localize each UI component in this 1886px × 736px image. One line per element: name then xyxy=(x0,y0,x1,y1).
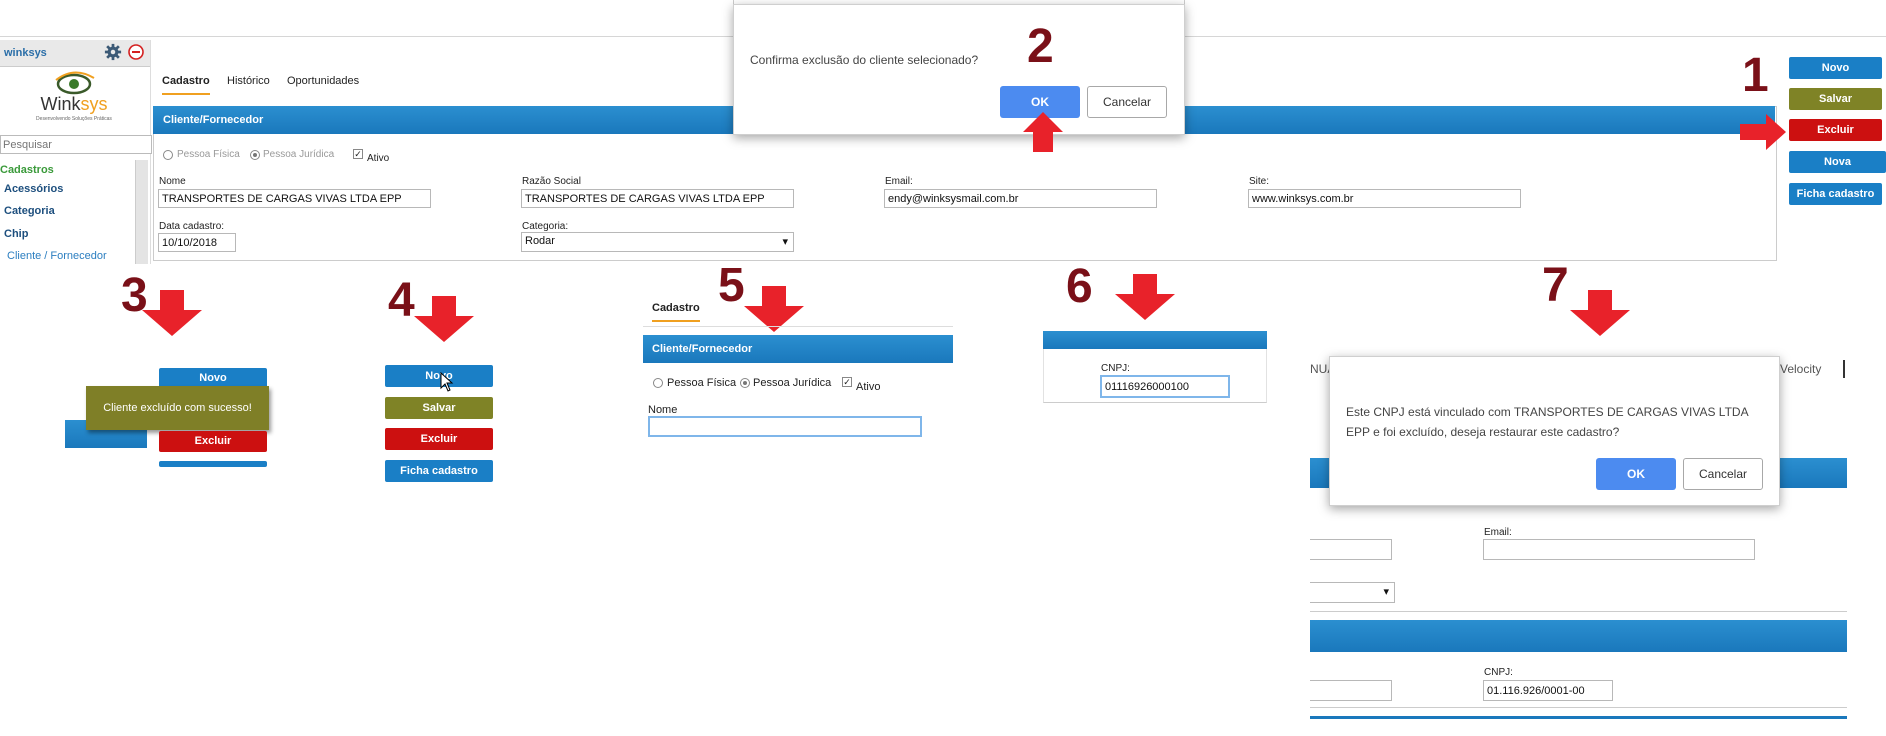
step3-partial-button[interactable] xyxy=(159,461,267,467)
radio-pessoa-fisica[interactable] xyxy=(163,150,173,160)
razao-social-input[interactable] xyxy=(521,189,794,208)
step6-section-bar xyxy=(1043,331,1267,349)
step4-excluir-button[interactable]: Excluir xyxy=(385,428,493,450)
step4-novo-button[interactable]: Novo xyxy=(385,365,493,387)
site-input[interactable] xyxy=(1248,189,1521,208)
step7-email-input[interactable] xyxy=(1483,539,1755,560)
arrow-down-icon xyxy=(1115,274,1175,320)
step7-bottom-bar xyxy=(1310,716,1847,719)
step-number-5: 5 xyxy=(718,259,745,312)
step7-divider xyxy=(1310,611,1847,612)
sidebar-item-categoria[interactable]: Categoria xyxy=(4,205,55,217)
winksys-logo: Winksys Desenvolvendo Soluções Práticas xyxy=(28,70,120,126)
step6-cnpj-label: CNPJ: xyxy=(1101,363,1130,374)
radio-pessoa-juridica-label: Pessoa Jurídica xyxy=(263,149,335,160)
step-number-2: 2 xyxy=(1027,20,1054,73)
data-cadastro-input[interactable] xyxy=(158,233,236,252)
categoria-value: Rodar xyxy=(525,235,555,247)
ficha-cadastro-button[interactable]: Ficha cadastro xyxy=(1789,183,1882,205)
novo-button[interactable]: Novo xyxy=(1789,57,1882,79)
logo-eye-icon: Winksys Desenvolvendo Soluções Práticas xyxy=(36,71,112,122)
step-number-7: 7 xyxy=(1542,259,1569,312)
tab-cadastro[interactable]: Cadastro xyxy=(162,75,210,95)
step6-cnpj-input[interactable] xyxy=(1100,375,1230,398)
nova-oportunidade-button[interactable]: Nova Oportunidade xyxy=(1789,151,1886,190)
sidebar-search-input[interactable] xyxy=(0,135,152,154)
razao-social-label: Razão Social xyxy=(522,176,581,187)
mouse-cursor-icon xyxy=(440,372,454,392)
nome-input[interactable] xyxy=(158,189,431,208)
data-cadastro-label: Data cadastro: xyxy=(159,221,225,232)
dropdown-arrow-icon: ▾ xyxy=(782,236,788,248)
step7-partial-select[interactable]: ▾ xyxy=(1310,582,1395,603)
email-input[interactable] xyxy=(884,189,1157,208)
step4-ficha-button[interactable]: Ficha cadastro xyxy=(385,460,493,482)
arrow-up-icon xyxy=(1023,112,1063,152)
step7-section-bar-2 xyxy=(1310,620,1847,652)
step7-partial-input-1[interactable] xyxy=(1310,539,1392,560)
step5-section-bar: Cliente/Fornecedor xyxy=(643,335,953,363)
step7-cnpj-input[interactable] xyxy=(1483,680,1613,701)
arrow-down-icon xyxy=(1570,290,1630,336)
step7-partial-input-2[interactable] xyxy=(1310,680,1392,701)
svg-text:Winksys: Winksys xyxy=(41,94,108,114)
radio-pessoa-fisica-label: Pessoa Física xyxy=(177,149,240,160)
step5-checkbox-ativo[interactable]: ✓ xyxy=(842,377,852,387)
step5-radio-pessoa-juridica-label: Pessoa Jurídica xyxy=(753,377,832,389)
arrow-right-icon xyxy=(1740,114,1786,150)
tab-historico[interactable]: Histórico xyxy=(227,75,270,87)
nome-label: Nome xyxy=(159,176,186,187)
logout-icon[interactable] xyxy=(128,44,144,60)
step5-tab-cadastro[interactable]: Cadastro xyxy=(652,302,700,322)
step4-salvar-button[interactable]: Salvar xyxy=(385,397,493,419)
categoria-select[interactable]: Rodar ▾ xyxy=(521,232,794,252)
sidebar-item-acessorios[interactable]: Acessórios xyxy=(4,183,63,195)
categoria-label: Categoria: xyxy=(522,221,569,232)
step5-radio-pessoa-fisica[interactable] xyxy=(653,378,663,388)
email-label: Email: xyxy=(885,176,913,187)
confirm-cancel-button[interactable]: Cancelar xyxy=(1087,86,1167,118)
sidebar-scrollbar[interactable] xyxy=(135,160,148,264)
excluir-button[interactable]: Excluir xyxy=(1789,119,1882,141)
step7-divider-2 xyxy=(1310,707,1847,708)
sidebar-item-chip[interactable]: Chip xyxy=(4,228,28,240)
step7-tab-separator xyxy=(1843,360,1845,378)
step7-email-label: Email: xyxy=(1484,527,1512,538)
restore-dialog-message: Este CNPJ está vinculado com TRANSPORTES… xyxy=(1346,405,1748,439)
confirm-dialog-message: Confirma exclusão do cliente selecionado… xyxy=(750,53,979,67)
salvar-button[interactable]: Salvar xyxy=(1789,88,1882,110)
arrow-down-icon xyxy=(414,296,474,342)
step5-nome-label: Nome xyxy=(648,404,678,416)
step3-excluir-button[interactable]: Excluir xyxy=(159,431,267,452)
step7-tab-velocity[interactable]: Velocity xyxy=(1780,362,1821,376)
gear-icon[interactable] xyxy=(104,43,122,61)
step-number-1: 1 xyxy=(1742,49,1769,102)
step5-nome-input[interactable] xyxy=(648,416,922,437)
step7-cnpj-label: CNPJ: xyxy=(1484,667,1513,678)
success-toast: Cliente excluído com sucesso! xyxy=(86,386,269,430)
arrow-down-icon xyxy=(142,290,202,336)
step5-radio-pessoa-juridica[interactable] xyxy=(740,378,750,388)
step7-dropdown-arrow-icon: ▾ xyxy=(1383,586,1389,598)
step5-radio-pessoa-fisica-label: Pessoa Física xyxy=(667,377,737,389)
restore-ok-button[interactable]: OK xyxy=(1596,458,1676,490)
sidebar-section-cadastros[interactable]: Cadastros xyxy=(0,164,54,176)
radio-pessoa-juridica[interactable] xyxy=(250,150,260,160)
checkbox-ativo[interactable]: ✓ xyxy=(353,149,363,159)
svg-text:Desenvolvendo Soluções Prática: Desenvolvendo Soluções Práticas xyxy=(36,116,112,122)
user-name[interactable]: winksys xyxy=(4,47,47,59)
checkbox-ativo-label: Ativo xyxy=(367,153,390,164)
site-label: Site: xyxy=(1249,176,1270,187)
step5-tab-divider xyxy=(643,326,953,327)
step-number-6: 6 xyxy=(1066,260,1093,313)
step5-checkbox-ativo-label: Ativo xyxy=(856,381,881,393)
tab-oportunidades[interactable]: Oportunidades xyxy=(287,75,359,87)
sidebar-item-cliente-fornecedor[interactable]: Cliente / Fornecedor xyxy=(7,250,107,262)
restore-cancel-button[interactable]: Cancelar xyxy=(1683,458,1763,490)
step-number-4: 4 xyxy=(388,274,415,327)
